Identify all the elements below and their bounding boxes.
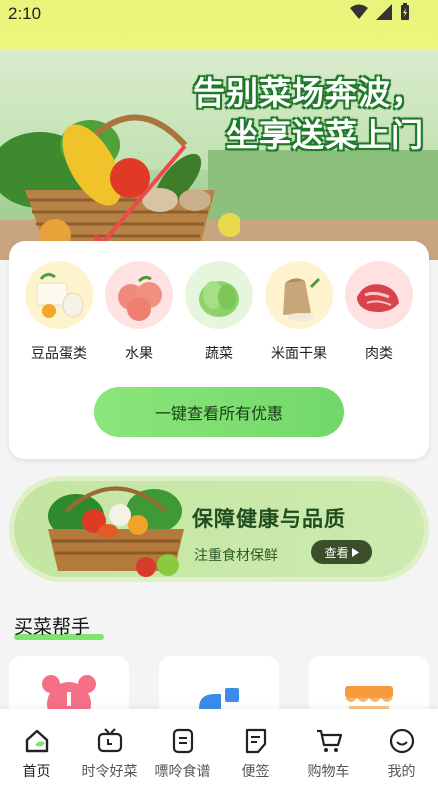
meat-icon bbox=[345, 261, 413, 329]
nav-label: 购物车 bbox=[307, 764, 350, 780]
cart-icon bbox=[316, 729, 342, 752]
status-icons bbox=[350, 3, 410, 21]
peach-icon bbox=[105, 261, 173, 329]
category-label: 水果 bbox=[125, 346, 153, 362]
hero-slogan-line1: 告别菜场奔波， bbox=[192, 74, 424, 112]
hero-slogan: 告别菜场奔波， 坐享送菜上门 bbox=[193, 72, 424, 156]
status-bar: 2:10 bbox=[0, 0, 438, 50]
note-icon bbox=[245, 728, 266, 754]
nav-seasonal[interactable]: 时令好菜 bbox=[75, 709, 145, 789]
nav-profile[interactable]: 我的 bbox=[367, 709, 437, 789]
tofu-egg-icon bbox=[25, 261, 93, 329]
category-item-rice[interactable]: 米面干果 bbox=[264, 261, 334, 363]
nav-label: 便签 bbox=[241, 764, 270, 780]
category-label: 米面干果 bbox=[271, 346, 327, 362]
wifi-icon bbox=[350, 4, 368, 19]
cabbage-icon bbox=[185, 261, 253, 329]
quality-view-button[interactable]: 查看 bbox=[311, 540, 372, 564]
status-time: 2:10 bbox=[8, 4, 42, 23]
rice-sack-icon bbox=[265, 261, 333, 329]
home-icon bbox=[25, 729, 48, 753]
nav-recipes[interactable]: 嘌呤食谱 bbox=[148, 709, 218, 789]
tv-icon bbox=[97, 728, 122, 753]
nav-label: 嘌呤食谱 bbox=[154, 764, 211, 780]
category-list: 豆品蛋类 水果 蔬菜 米面干果 肉类 bbox=[9, 261, 429, 363]
profile-icon bbox=[389, 728, 414, 754]
hero-slogan-line2: 坐享送菜上门 bbox=[225, 116, 424, 154]
quality-banner-subtitle: 注重食材保鲜 bbox=[194, 548, 278, 564]
hero-banner[interactable]: 告别菜场奔波， 坐享送菜上门 bbox=[0, 50, 438, 260]
quality-banner-title: 保障健康与品质 bbox=[192, 507, 346, 531]
category-item-fruit[interactable]: 水果 bbox=[104, 261, 174, 363]
helper-section-title: 买菜帮手 bbox=[14, 616, 91, 638]
category-label: 蔬菜 bbox=[205, 346, 233, 362]
category-item-vegetable[interactable]: 蔬菜 bbox=[184, 261, 254, 363]
quality-banner[interactable]: 保障健康与品质 注重食材保鲜 查看 bbox=[9, 476, 429, 582]
nav-home[interactable]: 首页 bbox=[2, 709, 72, 789]
battery-icon bbox=[401, 3, 409, 20]
nav-notes[interactable]: 便签 bbox=[221, 709, 291, 789]
bottom-nav: 首页 时令好菜 嘌呤食谱 便签 购物车 我的 bbox=[0, 709, 438, 789]
nav-label: 时令好菜 bbox=[81, 764, 138, 780]
nav-label: 首页 bbox=[22, 764, 51, 780]
view-all-offers-button[interactable]: 一键查看所有优惠 bbox=[94, 387, 344, 437]
category-label: 肉类 bbox=[365, 346, 393, 362]
nav-cart[interactable]: 购物车 bbox=[294, 709, 364, 789]
list-icon bbox=[172, 728, 193, 754]
nav-label: 我的 bbox=[387, 764, 416, 780]
play-arrow-icon bbox=[351, 547, 359, 557]
category-label: 豆品蛋类 bbox=[31, 346, 87, 362]
quality-view-label: 查看 bbox=[324, 545, 349, 560]
vegetable-basket-illustration bbox=[48, 486, 184, 577]
category-card: 豆品蛋类 水果 蔬菜 米面干果 肉类 一键查看所有优惠 bbox=[9, 241, 429, 459]
signal-icon bbox=[376, 4, 392, 20]
category-item-tofu-egg[interactable]: 豆品蛋类 bbox=[24, 261, 94, 363]
category-item-meat[interactable]: 肉类 bbox=[344, 261, 414, 363]
quality-banner-inner: 保障健康与品质 注重食材保鲜 查看 bbox=[14, 481, 424, 577]
